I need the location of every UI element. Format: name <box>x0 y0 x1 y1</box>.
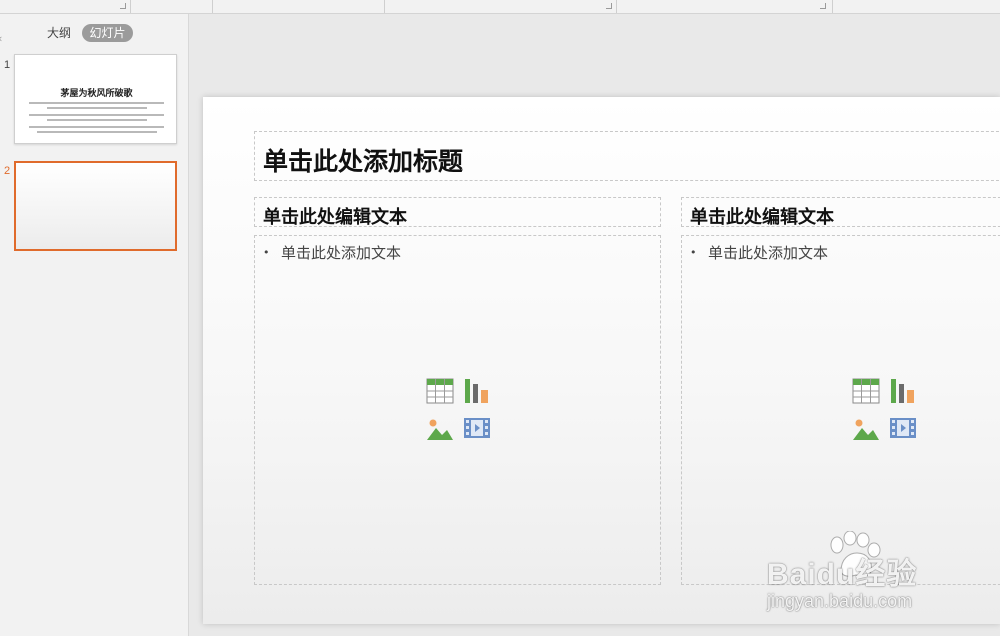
baidu-jingyan-watermark: Baidu经验 jingyan.baidu.com <box>765 525 995 625</box>
left-content-placeholder[interactable]: • 单击此处添加文本 <box>254 235 661 585</box>
video-icon[interactable] <box>463 415 491 441</box>
slide-number: 2 <box>4 165 11 177</box>
slide-navigation-pane: ‹ 大纲 幻灯片 1 茅屋为秋风所破歌 2 <box>0 14 189 636</box>
right-heading-text: 单击此处编辑文本 <box>690 207 834 228</box>
right-bullet-text: 单击此处添加文本 <box>708 244 829 262</box>
bullet-dot: • <box>690 246 697 259</box>
left-bullet-text: 单击此处添加文本 <box>281 244 402 262</box>
tab-slides[interactable]: 幻灯片 <box>82 24 133 42</box>
title-placeholder[interactable]: 单击此处添加标题 <box>254 131 1000 181</box>
left-heading-placeholder[interactable]: 单击此处编辑文本 <box>254 197 661 228</box>
title-placeholder-text: 单击此处添加标题 <box>263 147 464 176</box>
ribbon-group-divider <box>384 0 385 13</box>
watermark-brand: Baidu经验 <box>767 558 918 591</box>
thumbnail-text-line <box>29 102 164 104</box>
dialog-launcher-icon[interactable] <box>606 3 612 9</box>
thumbnail-text-line <box>47 107 147 109</box>
dialog-launcher-icon[interactable] <box>120 3 126 9</box>
ribbon-bottom-strip <box>0 0 1000 14</box>
table-icon[interactable] <box>852 378 880 404</box>
left-heading-text: 单击此处编辑文本 <box>263 207 407 228</box>
chart-icon[interactable] <box>889 378 917 404</box>
watermark-url: jingyan.baidu.com <box>767 591 913 611</box>
thumbnail-text-line <box>29 114 164 116</box>
chart-icon[interactable] <box>463 378 491 404</box>
slide-thumbnail-1[interactable]: 茅屋为秋风所破歌 <box>14 54 177 144</box>
tab-outline[interactable]: 大纲 <box>40 24 78 42</box>
right-heading-placeholder[interactable]: 单击此处编辑文本 <box>681 197 1000 228</box>
dialog-launcher-icon[interactable] <box>820 3 826 9</box>
ribbon-group-divider <box>130 0 131 13</box>
slide-number: 1 <box>4 59 11 71</box>
thumbnail-text-line <box>47 119 147 121</box>
thumbnail-title: 茅屋为秋风所破歌 <box>60 89 133 99</box>
left-bullet: • 单击此处添加文本 <box>263 242 401 263</box>
insert-content-icons <box>852 378 918 440</box>
collapse-pane-icon[interactable]: ‹ <box>0 32 2 45</box>
ribbon-group-divider <box>616 0 617 13</box>
thumbnail-text-line <box>37 131 157 133</box>
table-icon[interactable] <box>426 378 454 404</box>
right-bullet: • 单击此处添加文本 <box>690 242 828 263</box>
thumbnail-text-line <box>29 126 164 128</box>
bullet-dot: • <box>263 246 270 259</box>
picture-icon[interactable] <box>426 415 454 441</box>
video-icon[interactable] <box>889 415 917 441</box>
slide-thumbnail-2[interactable] <box>14 161 177 251</box>
ribbon-group-divider <box>832 0 833 13</box>
insert-content-icons <box>426 378 492 440</box>
pane-tabs: ‹ 大纲 幻灯片 <box>0 22 189 45</box>
ribbon-group-divider <box>212 0 213 13</box>
picture-icon[interactable] <box>852 415 880 441</box>
